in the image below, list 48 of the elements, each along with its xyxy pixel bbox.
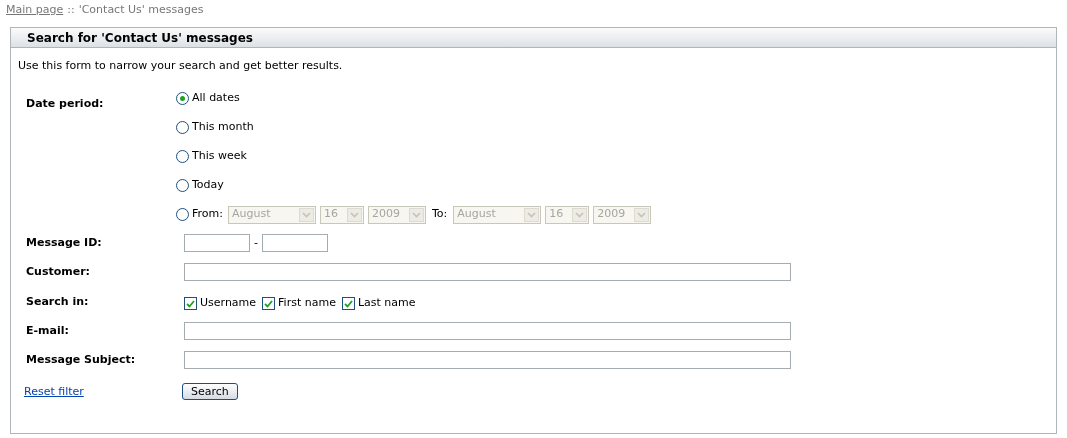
- date-select[interactable]: 16: [545, 205, 590, 224]
- range-separator: -: [254, 234, 258, 251]
- checkbox-label: Last name: [357, 295, 416, 312]
- breadcrumb-current: 'Contact Us' messages: [78, 2, 204, 18]
- radio-label: This week: [192, 148, 247, 165]
- radio-label: All dates: [192, 90, 240, 107]
- checkbox-label: Username: [200, 295, 257, 312]
- breadcrumb-separator: ::: [67, 2, 75, 18]
- breadcrumb-link[interactable]: Main page: [6, 2, 64, 19]
- to-label: To:: [431, 206, 448, 223]
- chevron-down-icon: [575, 211, 585, 218]
- radio-button[interactable]: [176, 150, 189, 163]
- subject-field[interactable]: [184, 351, 791, 369]
- radio-button[interactable]: [176, 208, 189, 221]
- checkbox[interactable]: [341, 297, 355, 310]
- checkbox-label: First name: [278, 295, 336, 312]
- date-select[interactable]: August: [453, 205, 542, 224]
- checkbox[interactable]: [262, 297, 276, 310]
- panel-title: Search for 'Contact Us' messages: [27, 29, 253, 47]
- search-button[interactable]: Search: [182, 383, 238, 401]
- date-select[interactable]: 16: [319, 205, 364, 224]
- field-label: Date period:: [26, 97, 104, 110]
- radio-button[interactable]: [176, 92, 189, 105]
- id-to-field[interactable]: [262, 234, 328, 252]
- chevron-down-icon: [349, 211, 359, 218]
- chevron-down-icon: [411, 211, 421, 218]
- date-select[interactable]: 2009: [593, 205, 652, 224]
- field-label: E-mail:: [26, 323, 69, 337]
- radio-label: This month: [192, 119, 254, 136]
- chevron-down-icon: [527, 211, 537, 218]
- field-label: Search in:: [26, 294, 89, 308]
- date-select[interactable]: August: [227, 205, 316, 224]
- radio-label: Today: [192, 177, 224, 194]
- reset-filter-link[interactable]: Reset filter: [24, 384, 84, 398]
- date-select[interactable]: 2009: [367, 205, 426, 224]
- radio-button[interactable]: [176, 121, 189, 134]
- radio-label: From:: [192, 206, 223, 223]
- chevron-down-icon: [637, 211, 647, 218]
- id-from-field[interactable]: [184, 234, 250, 252]
- chevron-down-icon: [301, 211, 311, 218]
- checkbox[interactable]: [184, 297, 197, 310]
- field-label: Customer:: [26, 264, 90, 278]
- field-label: Message Subject:: [26, 352, 136, 366]
- email-field[interactable]: [184, 322, 791, 340]
- radio-button[interactable]: [176, 179, 189, 192]
- intro-text: Use this form to narrow your search and get better results.: [18, 59, 343, 72]
- customer-field[interactable]: [184, 263, 791, 281]
- field-label: Message ID:: [26, 235, 102, 249]
